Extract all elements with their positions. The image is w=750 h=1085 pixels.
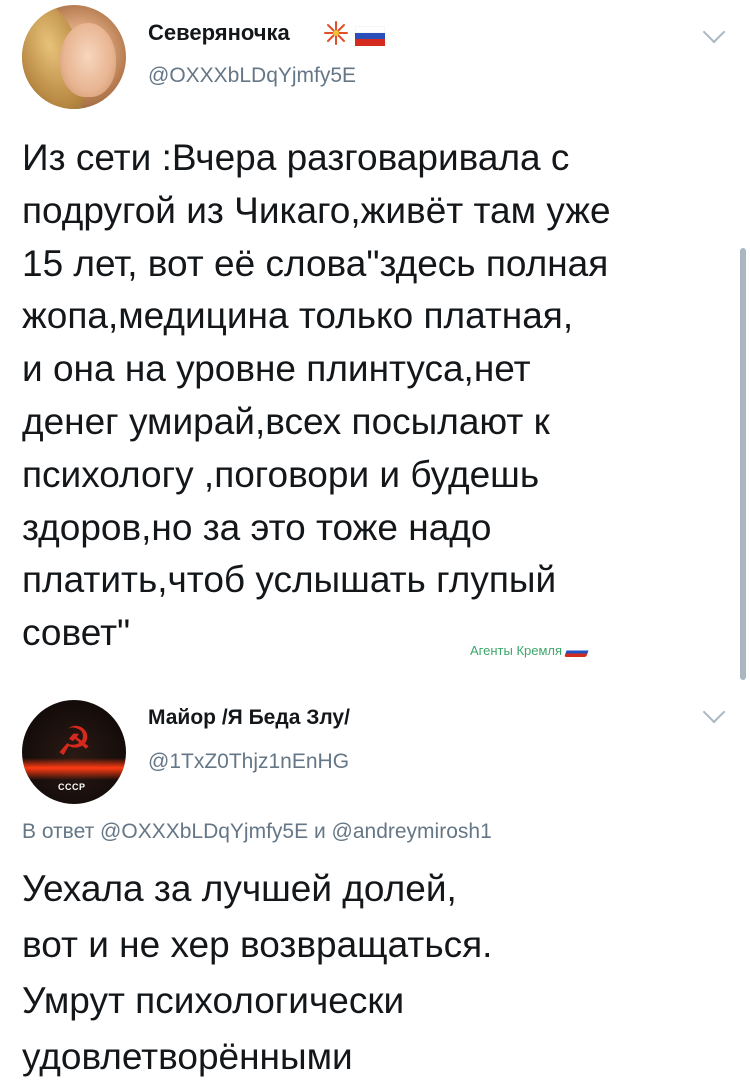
- display-name-text: Северяночка: [148, 20, 290, 45]
- scrollbar[interactable]: [740, 248, 746, 680]
- avatar-caption: СССР: [58, 782, 86, 792]
- chevron-down-icon[interactable]: [702, 700, 726, 724]
- hammer-sickle-icon: ☭: [56, 720, 92, 764]
- watermark-text: Агенты Кремля: [470, 643, 563, 658]
- tweet-text: Уехала за лучшей долей, вот и не хер воз…: [22, 868, 493, 1077]
- watermark: Агенты Кремля: [470, 643, 590, 658]
- tweet-original: Северяночка @OXXXbLDqYjmfy5E Из сети :Вч…: [0, 0, 750, 680]
- firework-emoji-icon: [324, 21, 348, 45]
- reply-prefix: В ответ: [22, 820, 95, 843]
- tweet-text: Из сети :Вчера разговаривала с подругой …: [22, 137, 611, 654]
- mention-link[interactable]: @OXXXbLDqYjmfy5E: [100, 820, 308, 843]
- display-name[interactable]: Майор /Я Беда Злу/: [148, 706, 350, 730]
- display-name[interactable]: Северяночка: [148, 20, 290, 46]
- russia-flag-icon: [564, 646, 590, 657]
- display-name-text: Майор /Я Беда Злу/: [148, 706, 350, 729]
- russia-flag-icon: [355, 26, 385, 46]
- avatar[interactable]: [22, 5, 126, 109]
- avatar[interactable]: ☭ СССР: [22, 700, 126, 804]
- chevron-down-icon[interactable]: [702, 20, 726, 44]
- user-handle[interactable]: @1TxZ0Thjz1nEnHG: [148, 750, 349, 774]
- mention-link[interactable]: @andreymirosh1: [332, 820, 492, 843]
- reply-context: В ответ @OXXXbLDqYjmfy5E и @andreymirosh…: [22, 820, 492, 844]
- user-handle[interactable]: @OXXXbLDqYjmfy5E: [148, 64, 356, 88]
- reply-and: и: [313, 820, 326, 843]
- tweet-reply: ☭ СССР Майор /Я Беда Злу/ @1TxZ0Thjz1nEn…: [0, 680, 750, 1080]
- avatar-face: [60, 23, 116, 97]
